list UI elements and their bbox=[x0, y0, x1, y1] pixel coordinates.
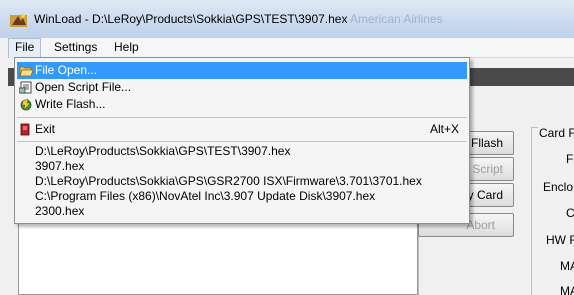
menu-item-write-flash[interactable]: Write Flash... bbox=[17, 96, 467, 113]
exit-icon bbox=[20, 123, 30, 136]
flash-icon bbox=[20, 98, 32, 111]
winload-app-icon bbox=[10, 14, 27, 27]
menu-item-exit[interactable]: Exit Alt+X bbox=[17, 121, 467, 138]
folder-open-icon bbox=[19, 66, 33, 77]
menu-settings[interactable]: Settings bbox=[48, 38, 103, 58]
menu-item-label: Open Script File... bbox=[35, 80, 132, 94]
menu-help[interactable]: Help bbox=[108, 38, 145, 58]
menu-separator bbox=[17, 117, 467, 118]
menu-separator bbox=[17, 141, 467, 142]
recent-file-5[interactable]: 2300.hex bbox=[35, 204, 84, 218]
card-label-f: F bbox=[566, 152, 574, 166]
card-label-c: C bbox=[566, 206, 574, 220]
title-bar: WinLoad - D:\LeRoy\Products\Sokkia\GPS\T… bbox=[0, 0, 574, 38]
menu-item-open-script[interactable]: Open Script File... bbox=[17, 79, 467, 96]
recent-file-3[interactable]: D:\LeRoy\Products\Sokkia\GPS\GSR2700 ISX… bbox=[35, 174, 422, 188]
menu-bar: File Settings Help bbox=[8, 38, 574, 58]
card-label-enclo: Enclo bbox=[543, 180, 574, 194]
menu-file[interactable]: File bbox=[8, 38, 42, 58]
recent-file-4[interactable]: C:\Program Files (x86)\NovAtel Inc\3.907… bbox=[35, 189, 375, 203]
menu-item-label: Exit bbox=[35, 122, 56, 136]
card-label-ma-2: MA bbox=[560, 284, 574, 295]
file-menu-dropdown: File Open... Open Script File... Write F… bbox=[14, 57, 470, 224]
menu-item-file-open[interactable]: File Open... bbox=[17, 62, 467, 79]
card-label-ma-1: MA bbox=[560, 259, 574, 273]
exit-shortcut: Alt+X bbox=[429, 122, 459, 136]
window-title: WinLoad - D:\LeRoy\Products\Sokkia\GPS\T… bbox=[34, 12, 348, 26]
recent-file-2[interactable]: 3907.hex bbox=[35, 159, 84, 173]
card-label-hwf: HW F bbox=[546, 233, 574, 247]
script-icon bbox=[19, 81, 32, 94]
card-group-caption: Card F bbox=[538, 126, 574, 140]
menu-item-label: File Open... bbox=[35, 63, 98, 77]
recent-file-1[interactable]: D:\LeRoy\Products\Sokkia\GPS\TEST\3907.h… bbox=[35, 144, 290, 158]
menu-item-label: Write Flash... bbox=[35, 97, 106, 111]
background-window-title: American Airlines bbox=[350, 12, 443, 26]
